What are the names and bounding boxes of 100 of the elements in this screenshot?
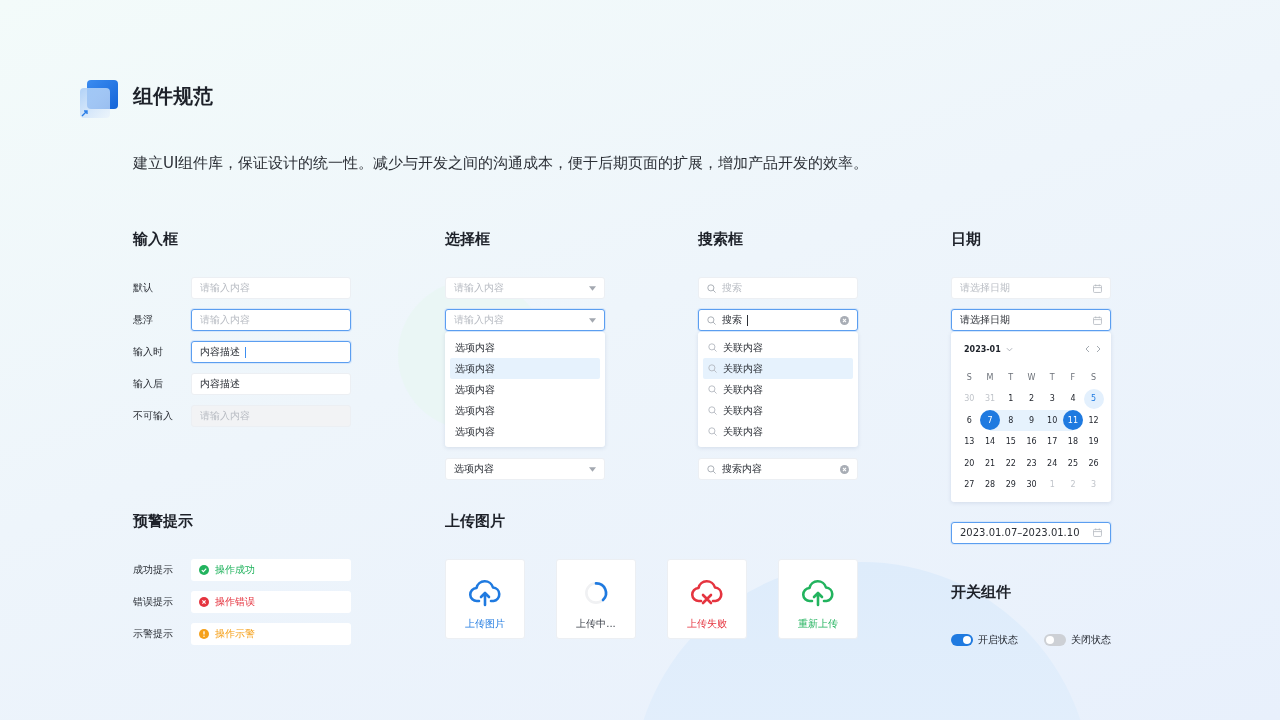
calendar-day[interactable]: 15	[1000, 431, 1021, 452]
section-title: 日期	[951, 231, 982, 247]
input-field[interactable]: 内容描述	[191, 373, 351, 395]
search-icon	[708, 343, 717, 352]
upload-card[interactable]: 上传图片	[445, 558, 525, 639]
suggestion-item[interactable]: 关联内容	[703, 400, 853, 421]
alert-label: 错误提示	[133, 594, 174, 609]
month-selector[interactable]: 2023-01	[964, 344, 1013, 354]
calendar-day[interactable]: 1	[1000, 388, 1021, 409]
dropdown-option[interactable]: 选项内容	[450, 421, 600, 442]
calendar-day[interactable]: 28	[980, 474, 1001, 495]
calendar-icon	[1093, 315, 1102, 325]
alert-label: 示警提示	[133, 626, 174, 641]
date-field[interactable]: 请选择日期	[951, 309, 1111, 331]
calendar-day[interactable]: 26	[1083, 453, 1104, 474]
dropdown-option[interactable]: 选项内容	[450, 400, 600, 421]
calendar-day[interactable]: 19	[1083, 431, 1104, 452]
calendar-day[interactable]: 22	[1000, 453, 1021, 474]
calendar-day[interactable]: 30	[1021, 474, 1042, 495]
dropdown-option[interactable]: 选项内容	[450, 358, 600, 379]
text-cursor	[747, 314, 748, 326]
calendar-day[interactable]: 6	[959, 410, 980, 431]
weekday-label: S	[965, 372, 973, 384]
dropdown-option[interactable]: 选项内容	[450, 337, 600, 358]
calendar-day[interactable]: 8	[1000, 410, 1021, 431]
calendar-day[interactable]: 29	[1000, 474, 1021, 495]
dropdown-option[interactable]: 选项内容	[450, 379, 600, 400]
clear-icon[interactable]	[840, 464, 849, 474]
alert-message: 操作成功	[191, 558, 351, 581]
calendar-day[interactable]: 24	[1042, 453, 1063, 474]
suggestion-item[interactable]: 关联内容	[703, 337, 853, 358]
alert-message: 操作示警	[191, 622, 351, 645]
caret-icon	[589, 317, 596, 323]
next-icon[interactable]	[1096, 345, 1101, 353]
calendar-day[interactable]: 3	[1042, 388, 1063, 409]
upload-card[interactable]: 上传中...	[556, 558, 636, 639]
calendar-day[interactable]: 13	[959, 431, 980, 452]
suggestion-item[interactable]: 关联内容	[703, 421, 853, 442]
weekday-label: T	[1007, 372, 1015, 384]
calendar-day[interactable]: 25	[1062, 453, 1083, 474]
calendar-day[interactable]: 10	[1042, 410, 1063, 431]
search-icon	[708, 364, 717, 373]
warning-icon	[199, 628, 209, 639]
calendar-day[interactable]: 2	[1021, 388, 1042, 409]
switch-label: 关闭状态	[1071, 632, 1111, 647]
select-field[interactable]: 选项内容	[445, 458, 605, 480]
section-title: 预警提示	[133, 512, 194, 529]
calendar-day[interactable]: 4	[1062, 388, 1083, 409]
logo-icon	[78, 78, 120, 120]
page-description: 建立UI组件库，保证设计的统一性。减少与开发之间的沟通成本，便于后期页面的扩展，增加产品开发的效率。	[133, 154, 870, 173]
calendar-day[interactable]: 20	[959, 453, 980, 474]
weekday-label: S	[1090, 372, 1098, 384]
search-field[interactable]: 搜索内容	[698, 458, 858, 480]
page-title: 组件规范	[133, 82, 213, 110]
clear-icon[interactable]	[840, 315, 849, 325]
section-title: 上传图片	[445, 512, 506, 529]
calendar-day[interactable]: 11	[1062, 410, 1083, 431]
upload-card[interactable]: 上传失败	[667, 558, 747, 639]
calendar-day[interactable]: 7	[980, 410, 1001, 431]
calendar-day[interactable]: 14	[980, 431, 1001, 452]
previous-icon[interactable]	[1085, 345, 1090, 353]
field-label: 默认	[133, 281, 154, 295]
weekday-label: W	[1026, 372, 1037, 384]
search-field[interactable]: 搜索	[698, 309, 858, 331]
weekday-label: F	[1069, 372, 1077, 384]
suggestion-item[interactable]: 关联内容	[703, 379, 853, 400]
field-label: 悬浮	[133, 313, 154, 327]
search-icon	[707, 315, 716, 325]
chevron-down-icon	[1005, 346, 1013, 352]
section-title: 选择框	[445, 231, 491, 247]
field-label: 输入后	[133, 377, 164, 391]
alert-label: 成功提示	[133, 562, 174, 577]
cloud-upload-icon	[801, 578, 835, 607]
calendar-day[interactable]: 17	[1042, 431, 1063, 452]
calendar-day[interactable]: 9	[1021, 410, 1042, 431]
field-label: 不可输入	[133, 409, 174, 423]
caret-icon	[589, 466, 596, 472]
cloud-error-icon	[690, 578, 724, 607]
date-field[interactable]: 2023.01.07–2023.01.10	[951, 521, 1111, 544]
text-cursor	[245, 346, 246, 358]
suggestion-item[interactable]: 关联内容	[703, 358, 853, 379]
switch-label: 开启状态	[978, 632, 1018, 647]
weekday-label: M	[985, 372, 995, 384]
alert-message: 操作错误	[191, 590, 351, 613]
calendar-day[interactable]: 21	[980, 453, 1001, 474]
search-icon	[708, 427, 717, 436]
calendar-day[interactable]: 16	[1021, 431, 1042, 452]
section-title: 输入框	[133, 231, 179, 247]
toggle-switch[interactable]	[1044, 633, 1066, 646]
calendar-day[interactable]: 5	[1083, 388, 1104, 409]
section-title: 搜索框	[698, 231, 744, 247]
search-icon	[707, 464, 716, 474]
input-field[interactable]: 内容描述	[191, 341, 351, 363]
calendar-icon	[1093, 528, 1102, 537]
calendar-day[interactable]: 12	[1083, 410, 1104, 431]
weekday-label: T	[1048, 372, 1056, 384]
calendar-day[interactable]: 18	[1062, 431, 1083, 452]
calendar-day[interactable]: 23	[1021, 453, 1042, 474]
search-icon	[708, 406, 717, 415]
calendar-day[interactable]: 27	[959, 474, 980, 495]
